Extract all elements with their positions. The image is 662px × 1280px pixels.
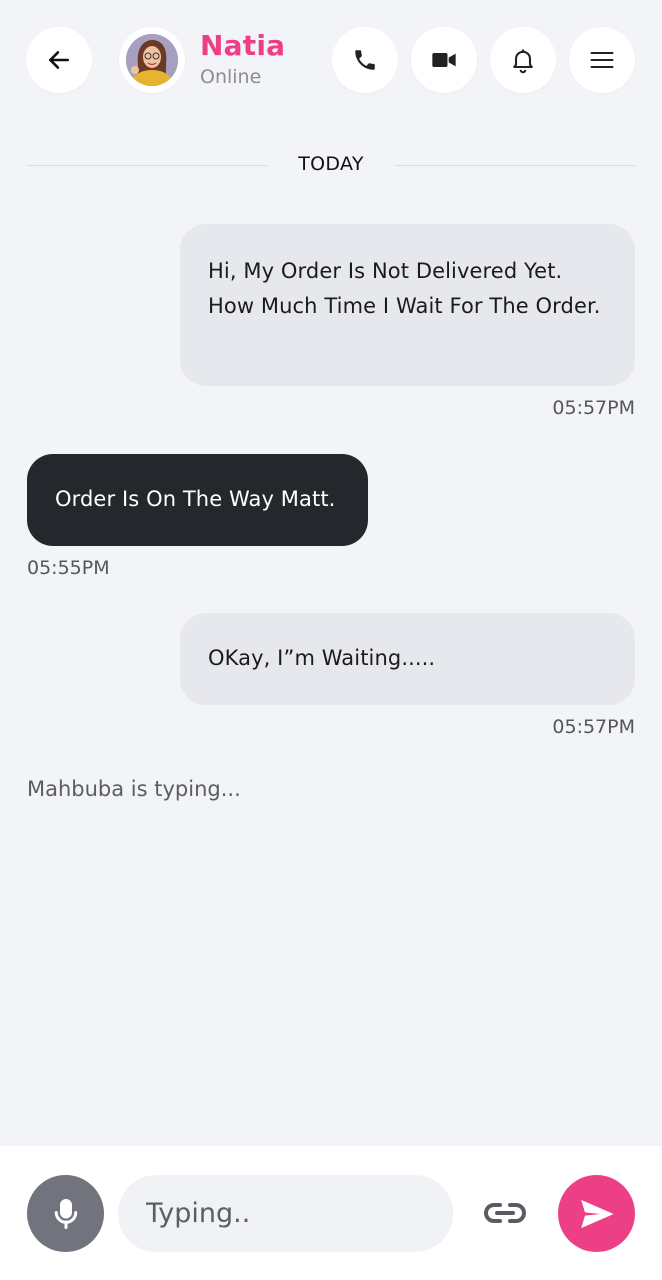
contact-avatar[interactable] <box>119 27 185 93</box>
back-button[interactable] <box>26 27 92 93</box>
attach-link-button[interactable] <box>478 1190 532 1236</box>
typing-indicator: Mahbuba is typing... <box>27 777 241 801</box>
phone-icon <box>355 50 375 70</box>
outgoing-message-bubble: Hi, My Order Is Not Delivered Yet. How M… <box>180 224 635 386</box>
voice-record-button[interactable] <box>27 1175 104 1252</box>
contact-name: Natia <box>200 29 286 62</box>
message-input[interactable] <box>118 1175 453 1252</box>
video-call-button[interactable] <box>411 27 477 93</box>
message-timestamp: 05:55PM <box>27 557 110 579</box>
send-icon <box>580 1199 614 1228</box>
menu-button[interactable] <box>569 27 635 93</box>
divider-line-right <box>395 165 635 166</box>
outgoing-message-bubble: OKay, I”m Waiting..... <box>180 613 635 705</box>
message-timestamp: 05:57PM <box>552 397 635 419</box>
date-divider-label: TODAY <box>298 153 364 175</box>
divider-line-left <box>27 165 267 166</box>
link-icon <box>484 1203 526 1223</box>
message-timestamp: 05:57PM <box>552 716 635 738</box>
video-camera-icon <box>432 53 456 67</box>
call-button[interactable] <box>332 27 398 93</box>
avatar-photo <box>126 34 178 86</box>
contact-status: Online <box>200 66 262 88</box>
microphone-icon <box>54 1198 77 1229</box>
arrow-left-icon <box>49 51 69 69</box>
incoming-message-bubble: Order Is On The Way Matt. <box>27 454 368 546</box>
bell-icon <box>513 49 533 74</box>
hamburger-menu-icon <box>590 51 614 69</box>
notifications-button[interactable] <box>490 27 556 93</box>
send-button[interactable] <box>558 1175 635 1252</box>
